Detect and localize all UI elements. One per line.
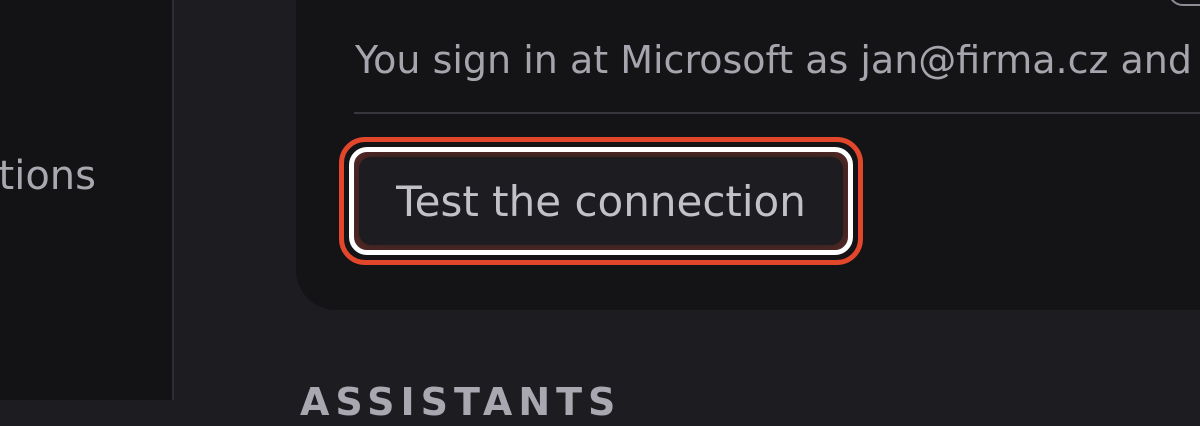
sidebar-item-label[interactable]: tions [0,150,96,202]
divider [354,112,1200,114]
test-connection-button[interactable]: Test the connection [349,147,853,255]
test-connection-button-label: Test the connection [396,176,806,226]
sidebar: tions [0,0,174,400]
section-heading-assistants: ASSISTANTS [300,380,622,424]
connection-description: You sign in at Microsoft as jan@firma.cz… [355,38,1200,82]
test-connection-button-surface[interactable]: Test the connection [359,157,843,245]
